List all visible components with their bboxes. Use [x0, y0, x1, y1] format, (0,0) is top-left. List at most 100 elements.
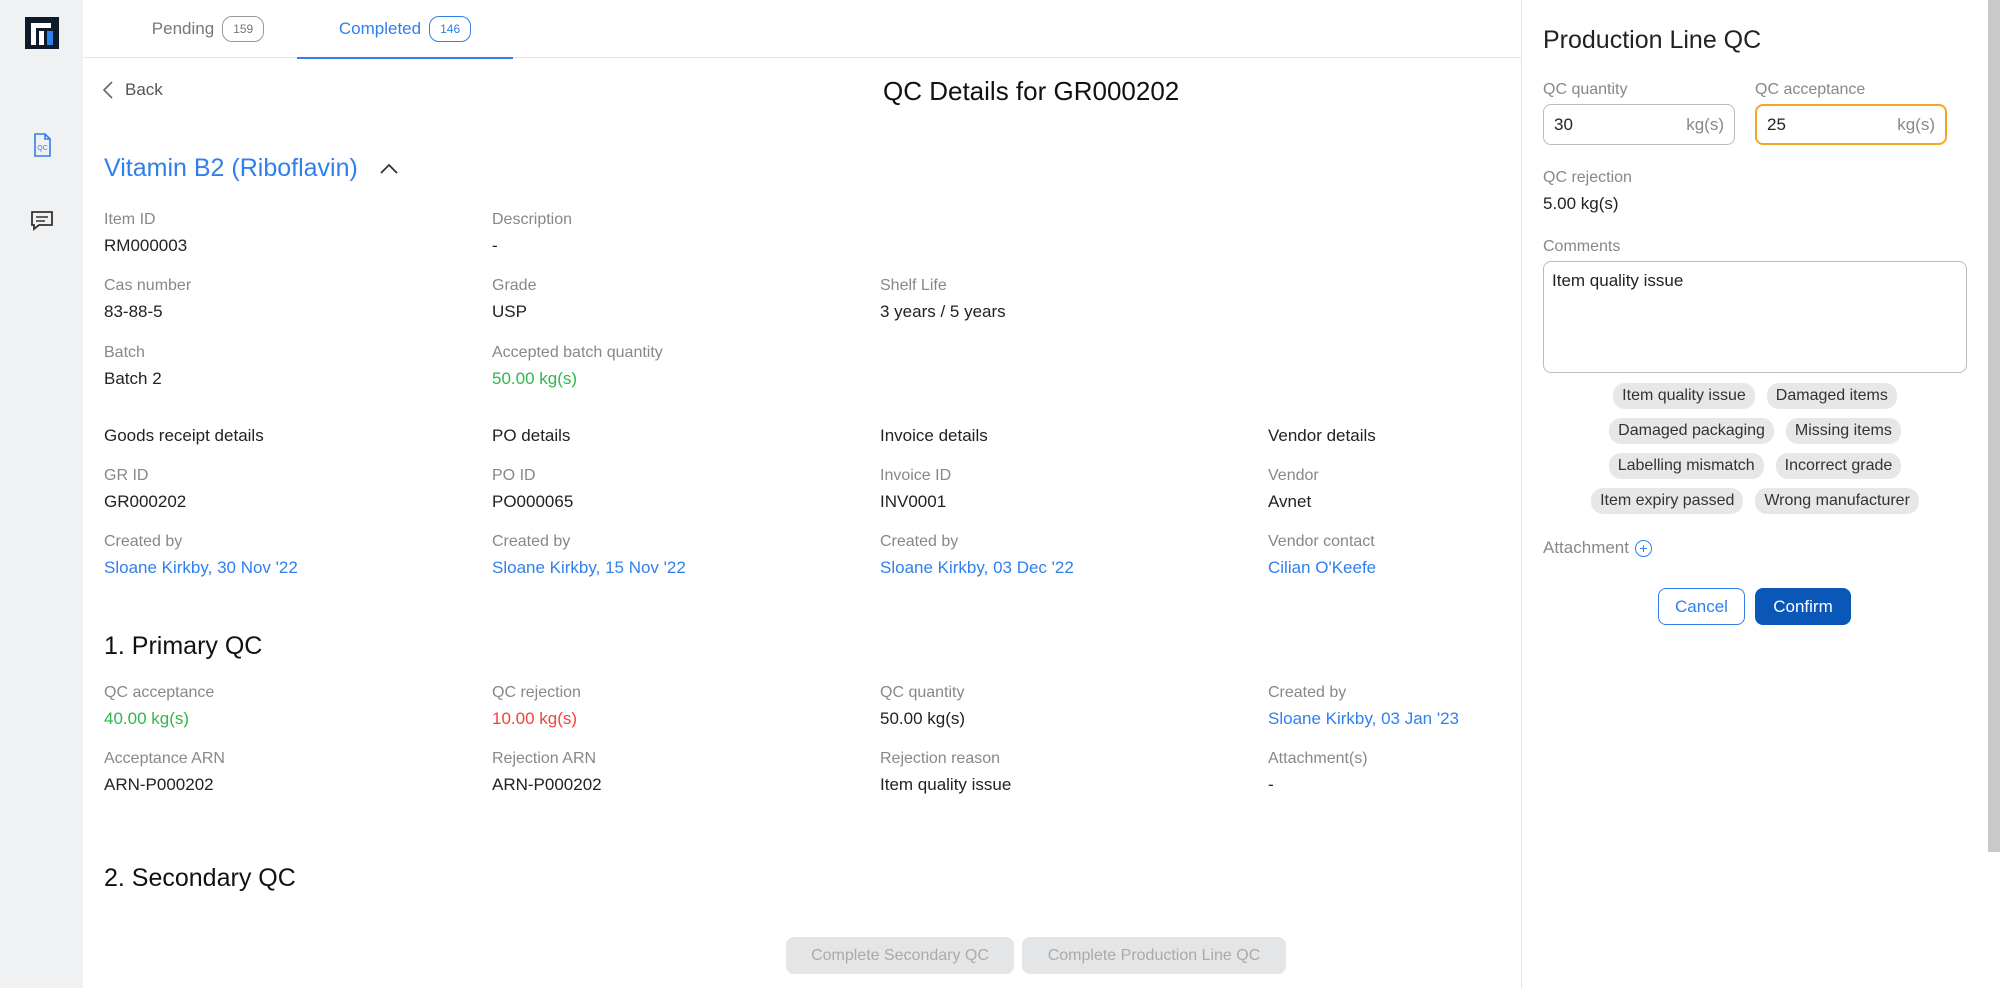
po-created-by-link[interactable]: Sloane Kirkby, 15 Nov '22 — [492, 558, 686, 578]
qc-quantity-value: 30 — [1554, 114, 1573, 134]
field-label: PO ID — [492, 467, 536, 484]
description-field: Description - — [492, 211, 572, 256]
field-label: Batch — [104, 344, 145, 361]
field-label: Rejection reason — [880, 750, 1001, 767]
chip-wrong-manufacturer[interactable]: Wrong manufacturer — [1755, 488, 1919, 514]
field-value: 50.00 kg(s) — [880, 709, 966, 728]
complete-production-line-qc-button[interactable]: Complete Production Line QC — [1022, 937, 1286, 974]
main-content: Pending 159 Completed 146 Back QC Detail… — [83, 0, 1521, 988]
invoice-created-by-link[interactable]: Sloane Kirkby, 03 Dec '22 — [880, 558, 1074, 578]
field-label: Created by — [1268, 684, 1347, 701]
scrollbar[interactable] — [1988, 0, 2000, 852]
tab-completed-label: Completed — [338, 19, 422, 38]
qc-acceptance-value: 25 — [1767, 114, 1786, 134]
gr-created-by-link[interactable]: Sloane Kirkby, 30 Nov '22 — [104, 558, 298, 578]
attachment-label: Attachment — [1543, 538, 1629, 557]
tab-completed[interactable]: Completed 146 — [297, 0, 513, 59]
qc-quantity-input[interactable]: 30 kg(s) — [1543, 104, 1735, 145]
vendor-contact-field: Vendor contact Cilian O'Keefe — [1268, 533, 1376, 578]
complete-secondary-qc-button[interactable]: Complete Secondary QC — [786, 937, 1014, 974]
field-value: PO000065 — [492, 492, 574, 511]
shelf-life-field: Shelf Life 3 years / 5 years — [880, 277, 1006, 322]
qc-rejection-value: 5.00 kg(s) — [1543, 194, 1619, 213]
field-value: 3 years / 5 years — [880, 302, 1006, 321]
field-value: 10.00 kg(s) — [492, 709, 578, 728]
field-value: RM000003 — [104, 236, 188, 255]
field-label: Vendor — [1268, 467, 1319, 484]
field-value: 40.00 kg(s) — [104, 709, 190, 728]
qc-rejection-label: QC rejection — [1543, 169, 1632, 186]
tab-pending-count: 159 — [222, 16, 265, 42]
vendor-details-heading: Vendor details — [1268, 426, 1376, 445]
field-value: Avnet — [1268, 492, 1312, 511]
acceptance-arn-field: Acceptance ARN ARN-P000202 — [104, 750, 225, 795]
chip-item-expiry-passed[interactable]: Item expiry passed — [1591, 488, 1744, 514]
field-label: Accepted batch quantity — [492, 344, 663, 361]
comments-textarea[interactable]: Item quality issue — [1543, 261, 1967, 373]
invoice-created-by-field: Created by Sloane Kirkby, 03 Dec '22 — [880, 533, 1074, 578]
field-label: Acceptance ARN — [104, 750, 225, 767]
field-value: - — [492, 236, 498, 255]
qc-acceptance-input[interactable]: 25 kg(s) — [1755, 104, 1947, 145]
add-attachment-icon[interactable]: + — [1635, 539, 1652, 557]
unit-label: kg(s) — [1897, 114, 1935, 134]
chevron-up-icon[interactable] — [380, 163, 398, 174]
po-id-field: PO ID PO000065 — [492, 467, 573, 512]
field-label: Invoice ID — [880, 467, 952, 484]
field-label: GR ID — [104, 467, 149, 484]
qc-quantity-label: QC quantity — [1543, 81, 1628, 98]
chip-labelling-mismatch[interactable]: Labelling mismatch — [1608, 453, 1764, 479]
tab-pending-label: Pending — [151, 19, 215, 38]
gr-created-by-field: Created by Sloane Kirkby, 30 Nov '22 — [104, 533, 298, 578]
invoice-details-heading: Invoice details — [880, 426, 988, 445]
field-value: 50.00 kg(s) — [492, 369, 578, 388]
qc-quantity-field: QC quantity 50.00 kg(s) — [880, 684, 965, 729]
back-button[interactable]: Back — [103, 80, 163, 100]
tab-completed-count: 146 — [429, 16, 472, 42]
qc-document-icon[interactable]: QC — [28, 131, 56, 159]
confirm-button[interactable]: Confirm — [1755, 588, 1851, 625]
comment-chips: Item quality issue Damaged items Damaged… — [1543, 383, 1967, 523]
rejection-reason-field: Rejection reason Item quality issue — [880, 750, 1011, 795]
field-label: QC quantity — [880, 684, 965, 701]
page-title: QC Details for GR000202 — [883, 76, 1180, 106]
chip-item-quality-issue[interactable]: Item quality issue — [1613, 383, 1755, 409]
grade-field: Grade USP — [492, 277, 536, 322]
chip-incorrect-grade[interactable]: Incorrect grade — [1775, 453, 1902, 479]
vendor-field: Vendor Avnet — [1268, 467, 1319, 512]
field-label: Cas number — [104, 277, 192, 294]
po-created-by-field: Created by Sloane Kirkby, 15 Nov '22 — [492, 533, 686, 578]
qc-rejection-field: QC rejection 10.00 kg(s) — [492, 684, 581, 729]
svg-text:QC: QC — [37, 145, 48, 152]
unit-label: kg(s) — [1686, 114, 1724, 134]
item-title[interactable]: Vitamin B2 (Riboflavin) — [104, 154, 398, 183]
secondary-qc-title: 2. Secondary QC — [104, 864, 296, 892]
invoice-id-field: Invoice ID INV0001 — [880, 467, 951, 512]
field-value: - — [1268, 775, 1274, 794]
chat-icon[interactable] — [28, 206, 56, 234]
field-value: Batch 2 — [104, 369, 162, 388]
primary-qc-title: 1. Primary QC — [104, 632, 263, 660]
chip-missing-items[interactable]: Missing items — [1785, 418, 1901, 444]
field-label: Created by — [492, 533, 571, 550]
field-value: GR000202 — [104, 492, 187, 511]
field-label: Item ID — [104, 211, 156, 228]
po-details-heading: PO details — [492, 426, 571, 445]
chevron-left-icon — [103, 81, 113, 99]
comments-label: Comments — [1543, 238, 1621, 255]
tab-pending[interactable]: Pending 159 — [133, 0, 283, 58]
attachment-row: Attachment + — [1543, 538, 1652, 558]
qc-created-by-link[interactable]: Sloane Kirkby, 03 Jan '23 — [1268, 709, 1459, 729]
gr-details-heading: Goods receipt details — [104, 426, 264, 445]
chip-damaged-items[interactable]: Damaged items — [1766, 383, 1897, 409]
item-id-field: Item ID RM000003 — [104, 211, 187, 256]
field-value: 83-88-5 — [104, 302, 163, 321]
qc-acceptance-label: QC acceptance — [1755, 81, 1866, 98]
qc-acceptance-field: QC acceptance 40.00 kg(s) — [104, 684, 214, 729]
qc-created-by-field: Created by Sloane Kirkby, 03 Jan '23 — [1268, 684, 1459, 729]
vendor-contact-link[interactable]: Cilian O'Keefe — [1268, 558, 1376, 578]
chip-damaged-packaging[interactable]: Damaged packaging — [1609, 418, 1774, 444]
app-logo[interactable] — [25, 17, 59, 49]
cancel-button[interactable]: Cancel — [1658, 588, 1745, 625]
field-label: Rejection ARN — [492, 750, 597, 767]
